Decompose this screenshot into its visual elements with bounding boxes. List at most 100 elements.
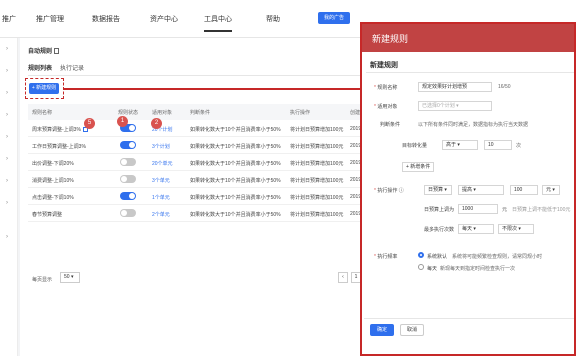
my-ad-button[interactable]: 我的广告 bbox=[318, 12, 350, 24]
rule-name: 出价调整-下调20% bbox=[32, 161, 74, 167]
chevron-right-icon[interactable]: › bbox=[6, 46, 8, 52]
adjust-value-input[interactable]: 1000 bbox=[458, 204, 498, 214]
target-placeholder: 已选择0个计划 bbox=[422, 103, 455, 109]
action-label: * 执行操作 ⓘ bbox=[374, 188, 404, 194]
chevron-right-icon[interactable]: › bbox=[6, 156, 8, 162]
toggle-knob bbox=[129, 193, 135, 199]
nav-item-promote[interactable]: 推广 bbox=[2, 14, 16, 24]
step-badge: 1 bbox=[117, 116, 128, 127]
rule-name: 点击调整-下调10% bbox=[32, 195, 74, 201]
target-select[interactable]: 已选择0个计划 ▾ bbox=[418, 101, 492, 111]
table-row: 消费调整-上调10% 3个单元 如果转化数大于10个并且消费率小于50% 将计划… bbox=[28, 171, 370, 188]
nav-item-promote-manage[interactable]: 推广管理 bbox=[36, 14, 64, 24]
footer-divider bbox=[364, 318, 574, 319]
condition-hint: 以下所有条件同时满足，数据指标为执行当天数据 bbox=[418, 122, 529, 128]
max-freq-value: 每天 bbox=[462, 226, 473, 232]
cond-metric-label: 目标转化量 bbox=[402, 143, 428, 149]
status-toggle[interactable] bbox=[120, 175, 136, 183]
rule-name: 消费调整-上调10% bbox=[32, 178, 74, 184]
condition-text: 如果转化数大于10个并且消费率小于50% bbox=[190, 178, 281, 184]
step-badge: 5 bbox=[84, 118, 95, 129]
drawer-header: 新建规则 bbox=[362, 24, 574, 52]
table-row: 周末预算调整-上调3% 20个计划 如果转化数大于10个并且消费率小于50% 将… bbox=[28, 120, 370, 137]
toggle-knob bbox=[121, 159, 127, 165]
condition-text: 如果转化数大于10个并且消费率小于50% bbox=[190, 195, 281, 201]
action-type-select[interactable]: 日预算 ▾ bbox=[424, 185, 452, 195]
rule-name: 春节预算调整 bbox=[32, 212, 63, 218]
cond-unit: 次 bbox=[516, 143, 522, 149]
nav-item-tool-center[interactable]: 工具中心 bbox=[204, 14, 232, 32]
nav-item-asset-center[interactable]: 资产中心 bbox=[150, 14, 178, 24]
target-link[interactable]: 20个单元 bbox=[152, 160, 173, 167]
annotation-arrow bbox=[64, 88, 364, 90]
freq-default-hint: 系统将可能频繁检查规则，请常同规小时 bbox=[452, 254, 543, 260]
chevron-right-icon[interactable]: › bbox=[6, 178, 8, 184]
page-title: 自动规则 bbox=[28, 46, 60, 55]
rule-name: 工作日预算调整-上调3% bbox=[32, 144, 86, 150]
action-text: 将计划日预算增加100元 bbox=[290, 127, 344, 133]
new-rule-button[interactable]: + 新建规则 bbox=[29, 83, 59, 94]
main-panel: 自动规则 规则列表 执行记录 + 新建规则 规则名称 规则状态 适用对象 判断条… bbox=[20, 38, 370, 356]
adjust-label: 日预算上调为 bbox=[424, 207, 455, 213]
chevron-right-icon[interactable]: › bbox=[6, 234, 8, 240]
col-target: 适用对象 bbox=[152, 110, 173, 116]
toggle-knob bbox=[129, 125, 135, 131]
cond-operator-value: 高于 bbox=[446, 142, 457, 148]
pager-label: 每页显示 bbox=[32, 277, 53, 283]
cancel-button[interactable]: 取消 bbox=[400, 324, 424, 336]
tab-divider bbox=[28, 75, 368, 76]
target-link[interactable]: 1个单元 bbox=[152, 194, 170, 201]
step-badge: 2 bbox=[151, 118, 162, 129]
action-value-input[interactable]: 100 bbox=[510, 185, 538, 195]
toggle-knob bbox=[121, 210, 127, 216]
freq-daily-radio[interactable] bbox=[418, 264, 424, 270]
chevron-right-icon[interactable]: › bbox=[6, 68, 8, 74]
nav-item-data-report[interactable]: 数据报告 bbox=[92, 14, 120, 24]
action-label-text: 执行操作 bbox=[377, 188, 398, 194]
action-text: 将计划日预算增加100元 bbox=[290, 144, 344, 150]
table-row: 春节预算调整 2个单元 如果转化数大于10个并且消费率小于50% 将计划日预算增… bbox=[28, 205, 370, 222]
target-link[interactable]: 3个计划 bbox=[152, 143, 170, 150]
freq-daily-label: 每天 bbox=[427, 266, 438, 272]
target-link[interactable]: 2个单元 bbox=[152, 211, 170, 218]
condition-text: 如果转化数大于10个并且消费率小于50% bbox=[190, 144, 281, 150]
page-title-text: 自动规则 bbox=[28, 49, 53, 55]
chevron-right-icon[interactable]: › bbox=[6, 200, 8, 206]
freq-label-text: 执行频率 bbox=[377, 254, 398, 260]
table-row: 点击调整-下调10% 1个单元 如果转化数大于10个并且消费率小于50% 将计划… bbox=[28, 188, 370, 205]
cond-operator-select[interactable]: 高于 ▾ bbox=[442, 140, 478, 150]
prev-page-button[interactable]: ‹ bbox=[338, 272, 348, 283]
col-rule-status: 规则状态 bbox=[118, 110, 139, 116]
adjust-hint: 日预算上调不能低于100元 bbox=[512, 207, 571, 213]
status-toggle[interactable] bbox=[120, 209, 136, 217]
status-toggle[interactable] bbox=[120, 141, 136, 149]
action-unit-select[interactable]: 元 ▾ bbox=[542, 185, 560, 195]
document-icon[interactable] bbox=[54, 48, 60, 55]
action-direction-select[interactable]: 提高 ▾ bbox=[458, 185, 504, 195]
chevron-right-icon[interactable]: › bbox=[6, 112, 8, 118]
cond-value-input[interactable]: 10 bbox=[484, 140, 512, 150]
action-text: 将计划日预算增加100元 bbox=[290, 195, 344, 201]
status-toggle[interactable] bbox=[120, 192, 136, 200]
condition-text: 如果转化数大于10个并且消费率小于50% bbox=[190, 161, 281, 167]
toggle-knob bbox=[121, 176, 127, 182]
chevron-right-icon[interactable]: › bbox=[6, 90, 8, 96]
col-condition: 判断条件 bbox=[190, 110, 211, 116]
confirm-button[interactable]: 确定 bbox=[370, 324, 394, 336]
freq-default-radio[interactable] bbox=[418, 252, 424, 258]
condition-text: 如果转化数大于10个并且消费率小于50% bbox=[190, 212, 281, 218]
chevron-right-icon[interactable]: › bbox=[6, 134, 8, 140]
action-unit-value: 元 bbox=[546, 187, 552, 193]
add-condition-button[interactable]: + 新增条件 bbox=[402, 162, 435, 172]
adjust-unit: 元 bbox=[502, 207, 508, 213]
tab-exec-record[interactable]: 执行记录 bbox=[60, 63, 84, 72]
nav-item-help[interactable]: 帮助 bbox=[266, 14, 280, 24]
status-toggle[interactable] bbox=[120, 158, 136, 166]
action-direction-value: 提高 bbox=[462, 187, 473, 193]
rule-name-input[interactable]: 规定效果好计划增预 bbox=[418, 82, 492, 92]
page-size-select[interactable]: 50 ▾ bbox=[60, 272, 80, 283]
max-freq-select[interactable]: 每天 ▾ bbox=[458, 224, 494, 234]
target-link[interactable]: 3个单元 bbox=[152, 177, 170, 184]
drawer-divider bbox=[366, 72, 574, 73]
max-limit-select[interactable]: 不限次 ▾ bbox=[498, 224, 534, 234]
